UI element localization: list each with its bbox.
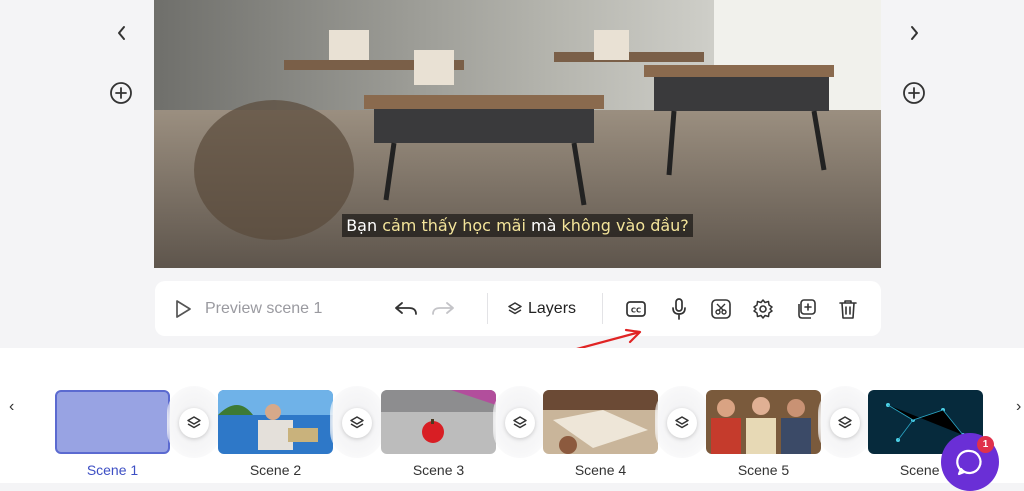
microphone-icon <box>672 297 686 320</box>
scene-thumbnail-5[interactable] <box>706 390 821 454</box>
layers-icon <box>187 416 201 429</box>
captions-button[interactable]: CC <box>625 281 647 336</box>
subtitle-part-2: cảm thấy học mãi <box>382 216 526 235</box>
scene-toolbar: Preview scene 1 Layers CC <box>155 281 881 336</box>
scene-settings-button[interactable] <box>752 281 774 336</box>
editor-area: Bạn cảm thấy học mãi mà không vào đầu? P… <box>0 0 1024 348</box>
add-circle-icon <box>903 82 925 104</box>
layers-icon <box>838 416 852 429</box>
layers-icon <box>513 416 527 429</box>
preview-scene-button[interactable]: Preview scene 1 <box>173 281 322 336</box>
subtitle-caption: Bạn cảm thấy học mãi mà không vào đầu? <box>154 214 881 237</box>
add-scene-after-button[interactable] <box>902 81 926 105</box>
delete-scene-button[interactable] <box>838 281 858 336</box>
duplicate-scene-button[interactable] <box>795 281 817 336</box>
prev-scene-button[interactable] <box>110 21 134 45</box>
play-icon <box>176 299 191 318</box>
voiceover-button[interactable] <box>668 281 690 336</box>
scene-2-image <box>218 390 333 454</box>
redo-icon <box>432 301 454 315</box>
add-scene-before-button[interactable] <box>109 81 133 105</box>
scene-5-image <box>706 390 821 454</box>
layers-label: Layers <box>528 299 577 317</box>
redo-button[interactable] <box>430 281 456 336</box>
layers-button[interactable]: Layers <box>507 281 576 336</box>
layers-icon <box>508 301 522 314</box>
scene-3-image <box>381 390 496 454</box>
chevron-right-icon <box>911 26 918 40</box>
chevron-left-icon <box>118 26 125 40</box>
subtitle-part-4: không vào đầu? <box>561 216 689 235</box>
timeline-next-arrow[interactable]: › <box>1016 398 1021 416</box>
scene-thumbnail-2[interactable] <box>218 390 333 454</box>
video-preview[interactable]: Bạn cảm thấy học mãi mà không vào đầu? <box>154 0 881 268</box>
scene-timeline: ‹ › Scene 1 Scene 2 Scene 3 Scene 4 Scen… <box>0 348 1024 483</box>
scene-4-image <box>543 390 658 454</box>
transition-button-1[interactable] <box>179 408 209 438</box>
timeline-prev-arrow[interactable]: ‹ <box>9 398 14 416</box>
scissors-icon <box>711 298 731 319</box>
next-scene-button[interactable] <box>902 21 926 45</box>
add-circle-icon <box>110 82 132 104</box>
duplicate-icon <box>798 298 816 319</box>
transition-button-2[interactable] <box>342 408 372 438</box>
transition-button-5[interactable] <box>830 408 860 438</box>
scene-label-4: Scene 4 <box>574 462 627 478</box>
trash-icon <box>839 299 857 319</box>
trim-button[interactable] <box>710 281 732 336</box>
svg-text:CC: CC <box>631 306 641 314</box>
notification-badge: 1 <box>977 436 994 453</box>
scene-thumbnail-3[interactable] <box>381 390 496 454</box>
transition-button-3[interactable] <box>505 408 535 438</box>
undo-button[interactable] <box>393 281 419 336</box>
layers-icon <box>675 416 689 429</box>
settings-icon <box>753 298 773 319</box>
preview-scene-label: Preview scene 1 <box>205 299 323 317</box>
scene-thumbnail-1[interactable] <box>55 390 170 454</box>
toolbar-divider <box>487 293 488 324</box>
scene-label-3: Scene 3 <box>412 462 465 478</box>
subtitle-part-1: Bạn <box>346 216 383 235</box>
layers-icon <box>350 416 364 429</box>
scene-label-1: Scene 1 <box>86 462 139 478</box>
closed-captions-icon: CC <box>626 300 646 317</box>
scene-label-5: Scene 5 <box>737 462 790 478</box>
scene-thumbnail-4[interactable] <box>543 390 658 454</box>
undo-icon <box>395 301 417 315</box>
scene-label-2: Scene 2 <box>249 462 302 478</box>
toolbar-divider <box>602 293 603 324</box>
transition-button-4[interactable] <box>667 408 697 438</box>
subtitle-part-3: mà <box>525 216 562 235</box>
